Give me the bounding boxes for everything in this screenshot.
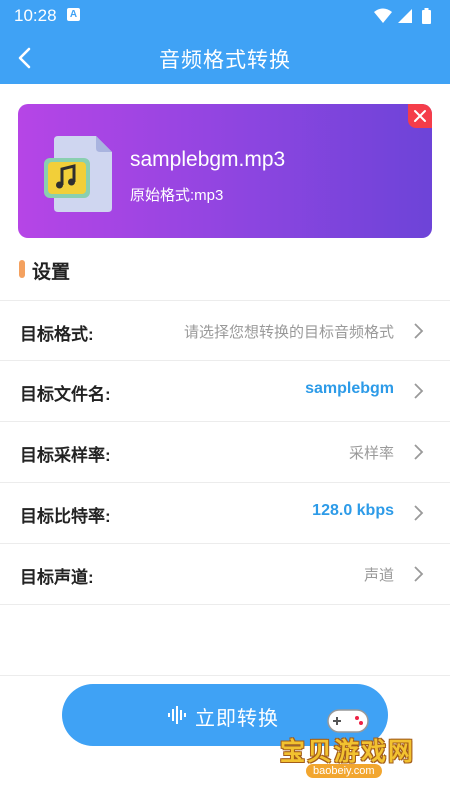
setting-value: 采样率 (348, 445, 394, 462)
setting-label: 目标声道: (20, 568, 94, 587)
original-format: 原始格式:mp3 (130, 187, 224, 204)
close-icon (414, 110, 426, 122)
chevron-right-icon (414, 566, 424, 582)
status-time: 10:28 (14, 6, 57, 25)
chevron-right-icon (414, 444, 424, 460)
remove-file-button[interactable] (408, 104, 432, 128)
file-card: samplebgm.mp3 原始格式:mp3 (18, 104, 432, 238)
app-bar: 音频格式转换 (0, 32, 450, 84)
chevron-right-icon (414, 323, 424, 339)
setting-row-sample-rate[interactable]: 目标采样率: 采样率 (0, 422, 450, 483)
setting-label: 目标文件名: (20, 385, 111, 404)
section-accent-bar (19, 260, 25, 278)
setting-row-channel[interactable]: 目标声道: 声道 (0, 544, 450, 605)
setting-row-bit-rate[interactable]: 目标比特率: 128.0 kbps (0, 483, 450, 544)
bottom-divider (0, 675, 450, 676)
setting-value: 请选择您想转换的目标音频格式 (183, 324, 394, 341)
system-icons (372, 7, 442, 30)
setting-label: 目标格式: (20, 325, 94, 344)
page-title: 音频格式转换 (159, 49, 291, 72)
watermark-site: baobeiy.com (306, 764, 382, 778)
signal-icon (398, 9, 412, 23)
setting-label: 目标采样率: (20, 446, 111, 465)
convert-button-label: 立即转换 (195, 708, 279, 730)
chevron-right-icon (414, 383, 424, 399)
file-name: samplebgm.mp3 (130, 148, 286, 171)
setting-value: samplebgm (305, 380, 394, 397)
setting-row-target-format[interactable]: 目标格式: 请选择您想转换的目标音频格式 (0, 300, 450, 361)
settings-heading-label: 设置 (32, 262, 71, 283)
sound-wave-icon (168, 706, 186, 724)
settings-list: 目标格式: 请选择您想转换的目标音频格式 目标文件名: samplebgm 目标… (0, 300, 450, 605)
battery-icon (422, 8, 431, 24)
status-bar: 10:28 A (0, 0, 450, 32)
wifi-icon (374, 8, 392, 23)
setting-label: 目标比特率: (20, 507, 111, 526)
audio-file-icon (38, 130, 130, 218)
setting-value: 128.0 kbps (312, 502, 394, 519)
setting-row-target-filename[interactable]: 目标文件名: samplebgm (0, 361, 450, 422)
setting-value: 声道 (363, 567, 394, 584)
convert-now-button[interactable]: 立即转换 (62, 684, 388, 746)
notification-icon: A (67, 8, 80, 21)
chevron-right-icon (414, 505, 424, 521)
